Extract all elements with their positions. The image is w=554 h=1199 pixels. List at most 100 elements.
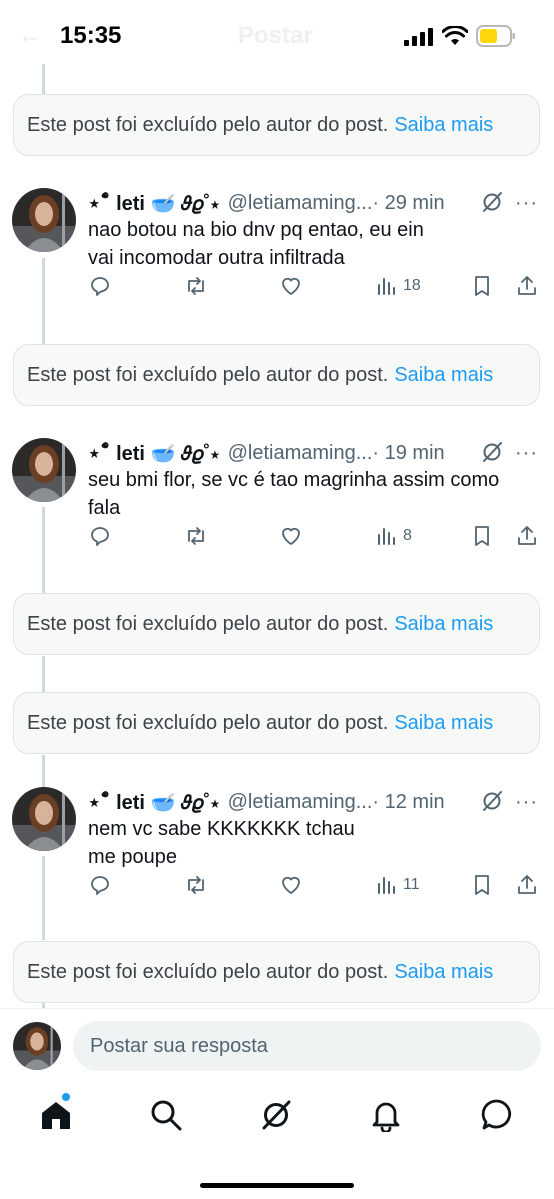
post-time[interactable]: · 29 min (372, 192, 444, 215)
wifi-icon (442, 26, 468, 45)
repost-icon (188, 876, 204, 894)
deleted-post-text: Este post foi excluído pelo autor do pos… (27, 363, 389, 386)
avatar[interactable] (12, 188, 76, 252)
learn-more-link[interactable]: Saiba mais (394, 613, 493, 636)
thread-line (42, 656, 45, 692)
views-button[interactable]: 11 (375, 873, 420, 897)
repost-button[interactable] (184, 274, 208, 298)
nav-grok[interactable] (259, 1098, 295, 1134)
tweet[interactable]: ⋆˚ໍ leti 🥣 𝜗𝜚˚⋆ @letiamaming... · 12 min… (0, 787, 554, 917)
thread-line (42, 64, 45, 94)
grok-icon[interactable] (480, 440, 504, 464)
learn-more-link[interactable]: Saiba mais (394, 712, 493, 735)
author-handle[interactable]: @letiamaming... (228, 442, 373, 465)
deleted-post-notice: Este post foi excluído pelo autor do pos… (13, 692, 540, 754)
tweet-text: seu bmi flor, se vc é tao magrinha assim… (88, 466, 538, 522)
tweet-actions: 8 (0, 524, 554, 554)
home-icon (42, 1102, 70, 1129)
tweet-text-line: vai incomodar outra infiltrada (88, 247, 345, 269)
views-count: 8 (403, 527, 412, 544)
nav-messages[interactable] (480, 1098, 516, 1134)
like-icon (282, 876, 300, 894)
views-icon (378, 877, 395, 894)
tweet-text: nao botou na bio dnv pq entao, eu ein va… (88, 216, 538, 272)
author-name[interactable]: ⋆˚ໍ leti 🥣 𝜗𝜚˚⋆ (88, 441, 220, 466)
deleted-post-notice: Este post foi excluído pelo autor do pos… (13, 941, 540, 1003)
tweet-text-line: nao botou na bio dnv pq entao, eu ein (88, 219, 424, 241)
reply-icon (91, 277, 109, 296)
repost-button[interactable] (184, 873, 208, 897)
more-options-icon[interactable]: ··· (515, 192, 538, 215)
repost-icon (188, 277, 204, 295)
views-button[interactable]: 8 (375, 524, 412, 548)
share-button[interactable] (515, 524, 539, 548)
avatar[interactable] (12, 438, 76, 502)
reply-input[interactable] (73, 1021, 541, 1071)
repost-button[interactable] (184, 524, 208, 548)
back-arrow-icon[interactable]: ← (18, 22, 42, 50)
more-options-icon[interactable]: ··· (515, 791, 538, 814)
reply-button[interactable] (88, 274, 112, 298)
status-bar: ← Postar 15:35 (0, 0, 554, 72)
views-count: 11 (403, 876, 420, 893)
thread-line (42, 755, 45, 790)
avatar[interactable] (12, 787, 76, 851)
like-button[interactable] (279, 873, 303, 897)
author-handle[interactable]: @letiamaming... (228, 791, 373, 814)
tweet-text-line: fala (88, 497, 121, 519)
bookmark-button[interactable] (470, 274, 494, 298)
bottom-nav (0, 1086, 554, 1146)
share-button[interactable] (515, 873, 539, 897)
cellular-signal-icon (404, 28, 433, 46)
like-button[interactable] (279, 274, 303, 298)
tweet[interactable]: ⋆˚ໍ leti 🥣 𝜗𝜚˚⋆ @letiamaming... · 29 min… (0, 188, 554, 318)
more-options-icon[interactable]: ··· (515, 442, 538, 465)
tweet[interactable]: ⋆˚ໍ leti 🥣 𝜗𝜚˚⋆ @letiamaming... · 19 min… (0, 438, 554, 568)
deleted-post-text: Este post foi excluído pelo autor do pos… (27, 960, 389, 983)
like-icon (282, 527, 300, 545)
deleted-post-text: Este post foi excluído pelo autor do pos… (27, 113, 389, 136)
tweet-text-line: me poupe (88, 846, 177, 868)
tweet-text: nem vc sabe KKKKKKK tchau me poupe (88, 815, 538, 871)
deleted-post-text: Este post foi excluído pelo autor do pos… (27, 612, 389, 635)
reply-icon (91, 876, 109, 895)
repost-icon (188, 527, 204, 545)
post-time[interactable]: · 19 min (372, 442, 444, 465)
grok-icon (262, 1100, 291, 1130)
learn-more-link[interactable]: Saiba mais (394, 114, 493, 137)
notification-dot (62, 1093, 70, 1101)
author-handle[interactable]: @letiamaming... (228, 192, 373, 215)
nav-search[interactable] (149, 1098, 185, 1134)
battery-icon (476, 25, 515, 47)
reply-button[interactable] (88, 524, 112, 548)
home-indicator (200, 1183, 354, 1188)
avatar[interactable] (13, 1022, 61, 1070)
deleted-post-notice: Este post foi excluído pelo autor do pos… (13, 344, 540, 406)
grok-icon[interactable] (480, 190, 504, 214)
bookmark-button[interactable] (470, 524, 494, 548)
learn-more-link[interactable]: Saiba mais (394, 961, 493, 984)
deleted-post-text: Este post foi excluído pelo autor do pos… (27, 711, 389, 734)
bookmark-icon (475, 875, 489, 895)
tweet-text-line: nem vc sabe KKKKKKK tchau (88, 818, 355, 840)
learn-more-link[interactable]: Saiba mais (394, 364, 493, 387)
nav-home[interactable] (39, 1098, 75, 1134)
share-button[interactable] (515, 274, 539, 298)
nav-notifications[interactable] (369, 1098, 405, 1134)
like-button[interactable] (279, 524, 303, 548)
share-icon (518, 526, 536, 545)
tweet-actions: 18 (0, 274, 554, 304)
notifications-icon (372, 1102, 400, 1134)
share-icon (518, 875, 536, 894)
deleted-post-notice: Este post foi excluído pelo autor do pos… (13, 94, 540, 156)
bookmark-button[interactable] (470, 873, 494, 897)
author-name[interactable]: ⋆˚ໍ leti 🥣 𝜗𝜚˚⋆ (88, 790, 220, 815)
author-name[interactable]: ⋆˚ໍ leti 🥣 𝜗𝜚˚⋆ (88, 191, 220, 216)
deleted-post-notice: Este post foi excluído pelo autor do pos… (13, 593, 540, 655)
grok-icon[interactable] (480, 789, 504, 813)
views-button[interactable]: 18 (375, 274, 421, 298)
status-time: 15:35 (60, 22, 122, 49)
reply-button[interactable] (88, 873, 112, 897)
post-time[interactable]: · 12 min (372, 791, 444, 814)
messages-icon (481, 1099, 512, 1130)
